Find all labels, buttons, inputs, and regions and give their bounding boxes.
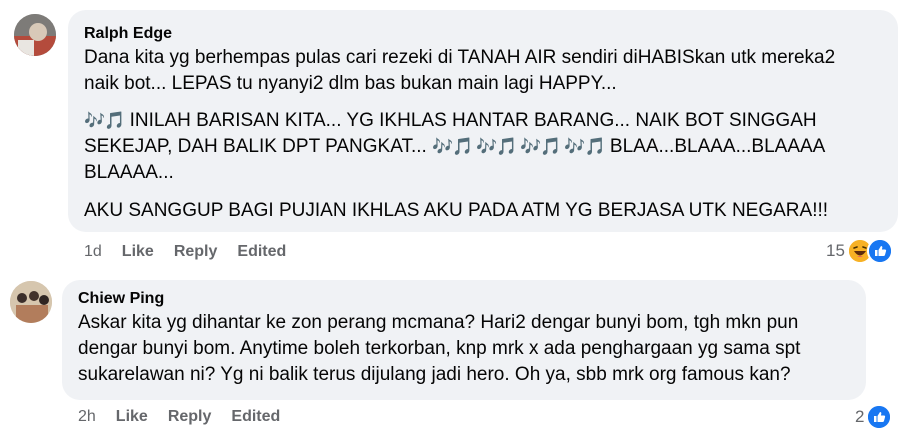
edited-label[interactable]: Edited (231, 408, 280, 426)
comment-text-line: sukarelawan ni? Yg ni balik terus dijula… (78, 364, 791, 385)
music-notes-icon: 🎶🎵 🎶🎵 🎶🎵 🎶🎵 (432, 137, 606, 156)
comment-ralph-edge: Ralph Edge Dana kita yg berhempas pulas … (0, 0, 898, 270)
like-button[interactable]: Like (122, 243, 154, 261)
reply-button[interactable]: Reply (174, 243, 218, 261)
reaction-count: 15 (826, 241, 845, 260)
timestamp[interactable]: 1d (84, 243, 102, 261)
timestamp[interactable]: 2h (78, 408, 96, 426)
reaction-summary[interactable]: 15 (826, 238, 893, 264)
comment-text-line: naik bot... LEPAS tu nyanyi2 dlm bas buk… (84, 73, 617, 94)
like-thumb-icon (866, 404, 893, 430)
music-notes-icon: 🎶🎵 (84, 111, 125, 130)
edited-label[interactable]: Edited (237, 243, 286, 261)
comment-text: INILAH BARISAN KITA... YG IKHLAS HANTAR … (129, 110, 817, 131)
profile-photo-icon (14, 14, 56, 56)
comment-text-line: BLAAAA... (84, 162, 174, 183)
comment-text-line: dengar bunyi bom. Anytime boleh terkorba… (78, 338, 801, 359)
profile-photo-icon (10, 281, 52, 323)
like-button[interactable]: Like (116, 408, 148, 426)
reply-button[interactable]: Reply (168, 408, 212, 426)
comment-text-line: Askar kita yg dihantar ke zon perang mcm… (78, 312, 799, 333)
comment-actions: 2h Like Reply Edited (78, 408, 300, 426)
comment-actions: 1d Like Reply Edited (84, 243, 306, 261)
comment-text-line: Dana kita yg berhempas pulas cari rezeki… (84, 47, 836, 68)
like-thumb-icon (866, 238, 893, 264)
comment-text-line: AKU SANGGUP BAGI PUJIAN IKHLAS AKU PADA … (84, 200, 829, 221)
author-name[interactable]: Chiew Ping (78, 290, 164, 308)
comment-text: BLAA...BLAAA...BLAAAA (609, 136, 826, 157)
author-name[interactable]: Ralph Edge (84, 25, 172, 43)
reaction-summary[interactable]: 2 (855, 404, 893, 430)
comment-text-line: 🎶🎵 INILAH BARISAN KITA... YG IKHLAS HANT… (84, 108, 817, 134)
comment-text: SEKEJAP, DAH BALIK DPT PANGKAT... (84, 136, 427, 157)
avatar[interactable] (10, 281, 52, 323)
comment-chiew-ping: Chiew Ping Askar kita yg dihantar ke zon… (0, 270, 898, 436)
comment-text-line: SEKEJAP, DAH BALIK DPT PANGKAT... 🎶🎵 🎶🎵 … (84, 134, 825, 160)
reaction-count: 2 (855, 407, 865, 426)
avatar[interactable] (14, 14, 56, 56)
